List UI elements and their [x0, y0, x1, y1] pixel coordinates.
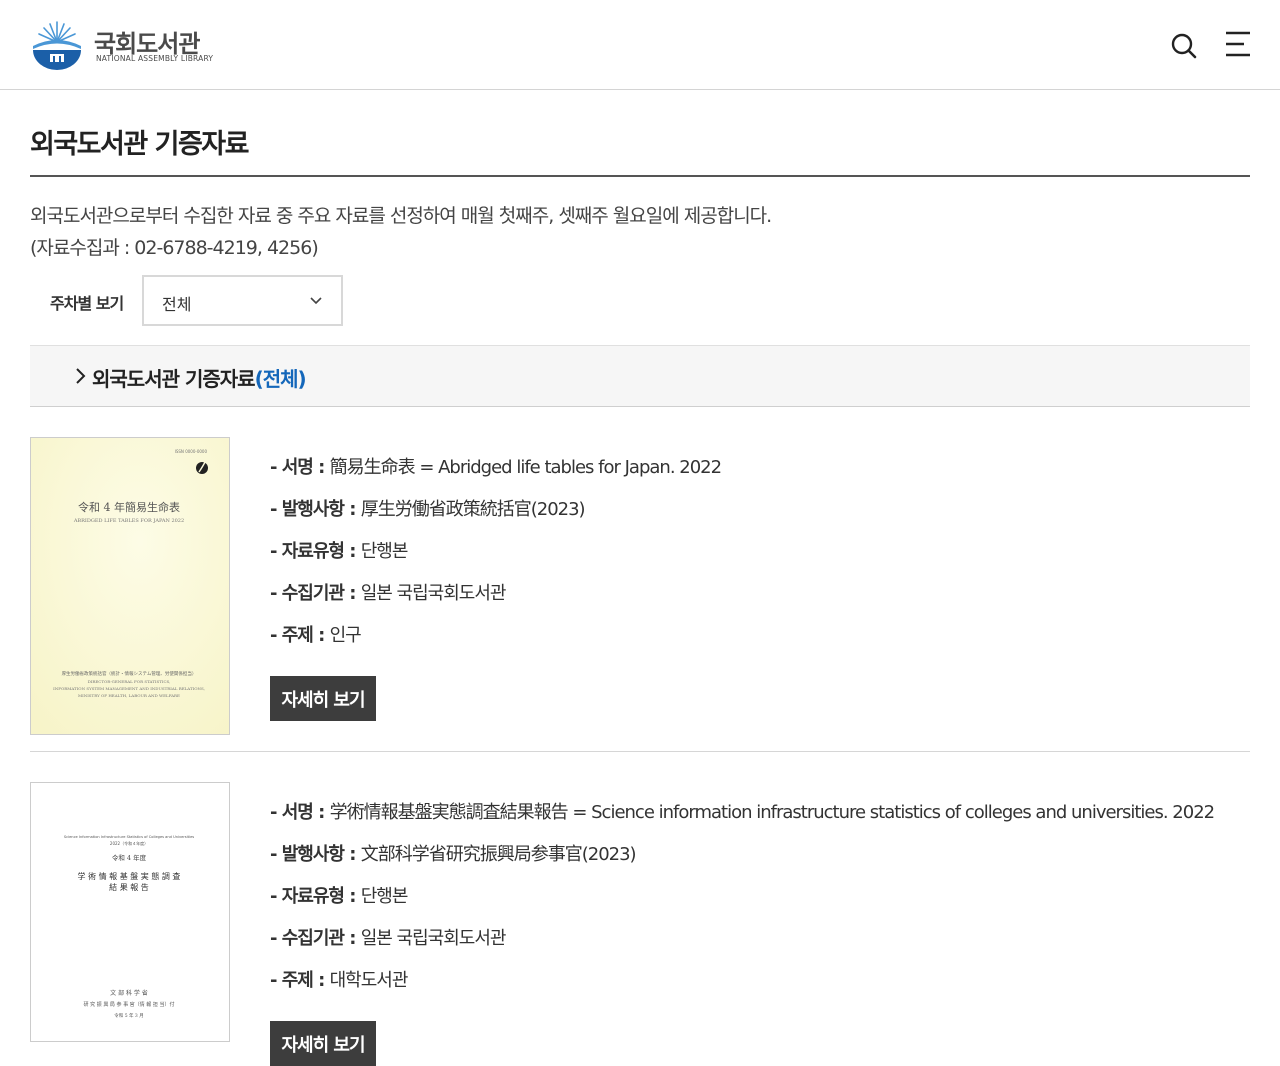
library-emblem-icon	[33, 21, 81, 70]
svg-text:INFORMATION SYSTEM MANAGEMENT: INFORMATION SYSTEM MANAGEMENT AND INDUST…	[53, 686, 205, 691]
search-icon	[1171, 33, 1197, 59]
svg-text:ABRIDGED LIFE TABLES FOR JAPAN: ABRIDGED LIFE TABLES FOR JAPAN 2022	[73, 518, 184, 524]
item-2-org: 일본 국립국회도서관	[360, 928, 507, 949]
item-1-type: 단행본	[360, 541, 409, 562]
site-logo[interactable]: 국회도서관 NATIONAL ASSEMBLY LIBRARY	[30, 20, 220, 72]
week-filter-label: 주차별 보기	[50, 294, 124, 313]
item-1-subject: 인구	[329, 625, 362, 646]
book-cover-1[interactable]: ISSN 0000-0000 令和 4 年簡易生命表 ABRIDGED LIFE…	[30, 437, 230, 735]
svg-text:DIRECTOR-GENERAL FOR STATISTIC: DIRECTOR-GENERAL FOR STATISTICS,	[88, 679, 171, 684]
item-1-org: 일본 국립국회도서관	[360, 583, 507, 604]
item-1-org-row: - 수집기관 : 일본 국립국회도서관	[270, 583, 507, 604]
item-1-title: 簡易生命表 = Abridged life tables for Japan. …	[329, 457, 722, 478]
item-divider	[30, 751, 1250, 752]
hamburger-menu-icon	[1226, 31, 1250, 57]
title-divider	[30, 175, 1250, 177]
section-header: 외국도서관 기증자료(전체)	[30, 345, 1250, 407]
item-1-type-row: - 자료유형 : 단행본	[270, 541, 409, 562]
item-2-title-row: - 서명 : 学術情報基盤実態調査結果報告 = Science informat…	[270, 802, 1215, 823]
item-1-subject-row: - 주제 : 인구	[270, 625, 362, 646]
item-2-type: 단행본	[360, 886, 409, 907]
item-1-publisher: 厚生労働省政策統括官(2023)	[360, 499, 586, 520]
book-cover-image: Science Information Infrastructure Stati…	[31, 783, 229, 1041]
svg-text:2022（令和４年度）: 2022（令和４年度）	[110, 840, 148, 846]
book-cover-2[interactable]: Science Information Infrastructure Stati…	[30, 782, 230, 1042]
contact-info: (자료수집과 : 02-6788-4219, 4256)	[30, 237, 319, 259]
logo-english-text: NATIONAL ASSEMBLY LIBRARY	[96, 54, 214, 63]
search-button[interactable]	[1168, 30, 1200, 62]
item-1-detail-button[interactable]: 자세히 보기	[270, 676, 376, 721]
section-filter-highlight: (전체)	[254, 367, 307, 391]
svg-text:学 術 情 報 基 盤 実 態 調 査: 学 術 情 報 基 盤 実 態 調 査	[78, 871, 181, 881]
section-title: 외국도서관 기증자료(전체)	[92, 367, 307, 391]
svg-text:令和 4 年度: 令和 4 年度	[112, 853, 147, 862]
site-header: 국회도서관 NATIONAL ASSEMBLY LIBRARY	[0, 0, 1280, 90]
item-2-subject: 대학도서관	[329, 970, 409, 991]
item-2-publisher-row: - 발행사항 : 文部科学省研究振興局参事官(2023)	[270, 844, 637, 865]
page-description: 외국도서관으로부터 수집한 자료 중 주요 자료를 선정하여 매월 첫째주, 셋…	[30, 205, 772, 227]
chevron-down-icon	[310, 297, 322, 305]
item-2-detail-button[interactable]: 자세히 보기	[270, 1021, 376, 1066]
item-2-subject-row: - 주제 : 대학도서관	[270, 970, 409, 991]
item-2-title: 学術情報基盤実態調査結果報告 = Science information inf…	[329, 802, 1215, 823]
svg-text:文 部 科 学 省: 文 部 科 学 省	[110, 989, 148, 997]
chevron-right-icon	[76, 368, 86, 384]
week-filter-value: 전체	[162, 295, 192, 314]
svg-text:令和 5 年 3 月: 令和 5 年 3 月	[114, 1012, 143, 1019]
item-1-title-row: - 서명 : 簡易生命表 = Abridged life tables for …	[270, 457, 722, 478]
svg-text:ISSN 0000-0000: ISSN 0000-0000	[175, 449, 208, 454]
item-2-org-row: - 수집기관 : 일본 국립국회도서관	[270, 928, 507, 949]
menu-button[interactable]	[1222, 30, 1254, 62]
week-filter-select[interactable]: 전체	[142, 275, 343, 326]
svg-text:令和 4 年簡易生命表: 令和 4 年簡易生命表	[78, 500, 180, 514]
svg-text:厚生労働省政策統括官（統計・情報システム管理、労使関係担当）: 厚生労働省政策統括官（統計・情報システム管理、労使関係担当）	[62, 670, 197, 677]
item-2-publisher: 文部科学省研究振興局参事官(2023)	[360, 844, 637, 865]
page-title: 외국도서관 기증자료	[30, 129, 249, 160]
svg-text:結 果 報 告: 結 果 報 告	[109, 882, 149, 892]
svg-text:研 究 振 興 局 参 事 官（情 報 担 当）付: 研 究 振 興 局 参 事 官（情 報 担 当）付	[84, 1001, 175, 1008]
book-cover-image: ISSN 0000-0000 令和 4 年簡易生命表 ABRIDGED LIFE…	[31, 438, 229, 734]
item-1-publisher-row: - 발행사항 : 厚生労働省政策統括官(2023)	[270, 499, 586, 520]
svg-text:MINISTRY OF HEALTH, LABOUR AND: MINISTRY OF HEALTH, LABOUR AND WELFARE	[78, 693, 180, 698]
item-2-type-row: - 자료유형 : 단행본	[270, 886, 409, 907]
svg-text:Science Information Infrastruc: Science Information Infrastructure Stati…	[64, 835, 194, 839]
